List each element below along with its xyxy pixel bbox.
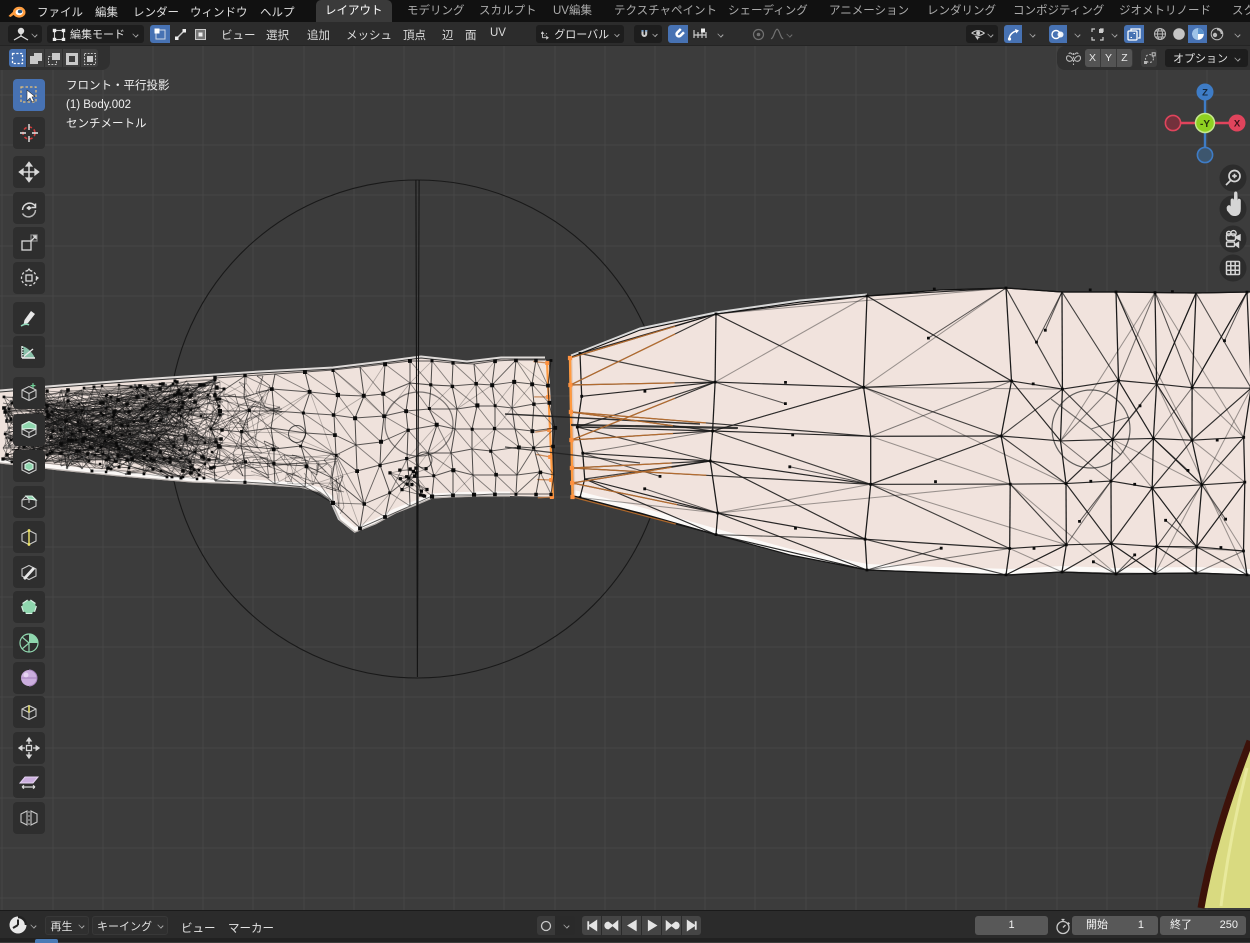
svg-text:-Y: -Y bbox=[1200, 119, 1210, 130]
svg-text:Z: Z bbox=[1202, 88, 1208, 99]
svg-text:X: X bbox=[1234, 119, 1241, 130]
